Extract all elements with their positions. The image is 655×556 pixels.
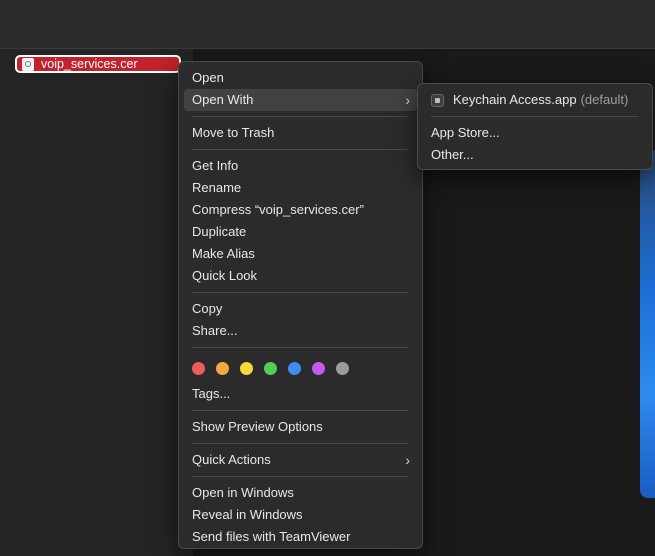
tag-purple-dot[interactable] (312, 361, 325, 375)
menu-item-show-preview-options[interactable]: Show Preview Options (179, 416, 422, 438)
submenu-item-keychain-access[interactable]: Keychain Access.app (default) (418, 89, 652, 111)
submenu-item-other[interactable]: Other... (418, 144, 652, 166)
submenu-item-app-store[interactable]: App Store... (418, 122, 652, 144)
menu-item-get-info[interactable]: Get Info (179, 155, 422, 177)
quick-actions-label: Quick Actions (192, 452, 271, 467)
open-with-label: Open With (192, 92, 254, 107)
menu-item-compress[interactable]: Compress “voip_services.cer” (179, 199, 422, 221)
keychain-access-icon (431, 93, 444, 107)
menu-item-make-alias[interactable]: Make Alias (179, 243, 422, 265)
menu-item-copy[interactable]: Copy (179, 298, 422, 320)
tag-yellow-dot[interactable] (240, 361, 253, 375)
menu-separator (192, 443, 408, 444)
menu-item-reveal-in-windows[interactable]: Reveal in Windows (179, 504, 422, 526)
tag-color-row (179, 353, 422, 383)
tag-red-dot[interactable] (192, 361, 205, 375)
finder-toolbar (0, 0, 655, 49)
menu-item-tags[interactable]: Tags... (179, 383, 422, 405)
background-window (640, 150, 655, 498)
tag-orange-dot[interactable] (216, 361, 229, 375)
file-name-label: voip_services.cer (41, 57, 138, 71)
menu-separator (192, 292, 408, 293)
tag-blue-dot[interactable] (288, 361, 301, 375)
menu-item-rename[interactable]: Rename (179, 177, 422, 199)
menu-separator (192, 476, 408, 477)
menu-item-quick-look[interactable]: Quick Look (179, 265, 422, 287)
menu-item-open-with[interactable]: Open With › (184, 89, 417, 111)
default-tag: (default) (580, 92, 629, 107)
menu-separator (192, 116, 408, 117)
menu-separator (192, 410, 408, 411)
menu-item-open[interactable]: Open (179, 67, 422, 89)
file-list-pane (0, 49, 194, 556)
chevron-right-icon: › (405, 92, 410, 108)
keychain-app-label: Keychain Access.app (453, 92, 577, 107)
menu-item-move-to-trash[interactable]: Move to Trash (179, 122, 422, 144)
menu-item-quick-actions[interactable]: Quick Actions › (179, 449, 422, 471)
chevron-right-icon: › (405, 452, 410, 468)
menu-item-open-in-windows[interactable]: Open in Windows (179, 482, 422, 504)
menu-item-send-with-teamviewer[interactable]: Send files with TeamViewer (179, 526, 422, 548)
selected-file[interactable]: voip_services.cer (15, 55, 181, 73)
context-menu: Open Open With › Move to Trash Get Info … (178, 61, 423, 549)
certificate-file-icon (22, 57, 34, 71)
menu-item-duplicate[interactable]: Duplicate (179, 221, 422, 243)
tag-gray-dot[interactable] (336, 361, 349, 375)
open-with-submenu: Keychain Access.app (default) App Store.… (417, 83, 653, 170)
tag-green-dot[interactable] (264, 361, 277, 375)
menu-separator (192, 149, 408, 150)
menu-separator (431, 116, 639, 117)
menu-item-share[interactable]: Share... (179, 320, 422, 342)
menu-separator (192, 347, 408, 348)
